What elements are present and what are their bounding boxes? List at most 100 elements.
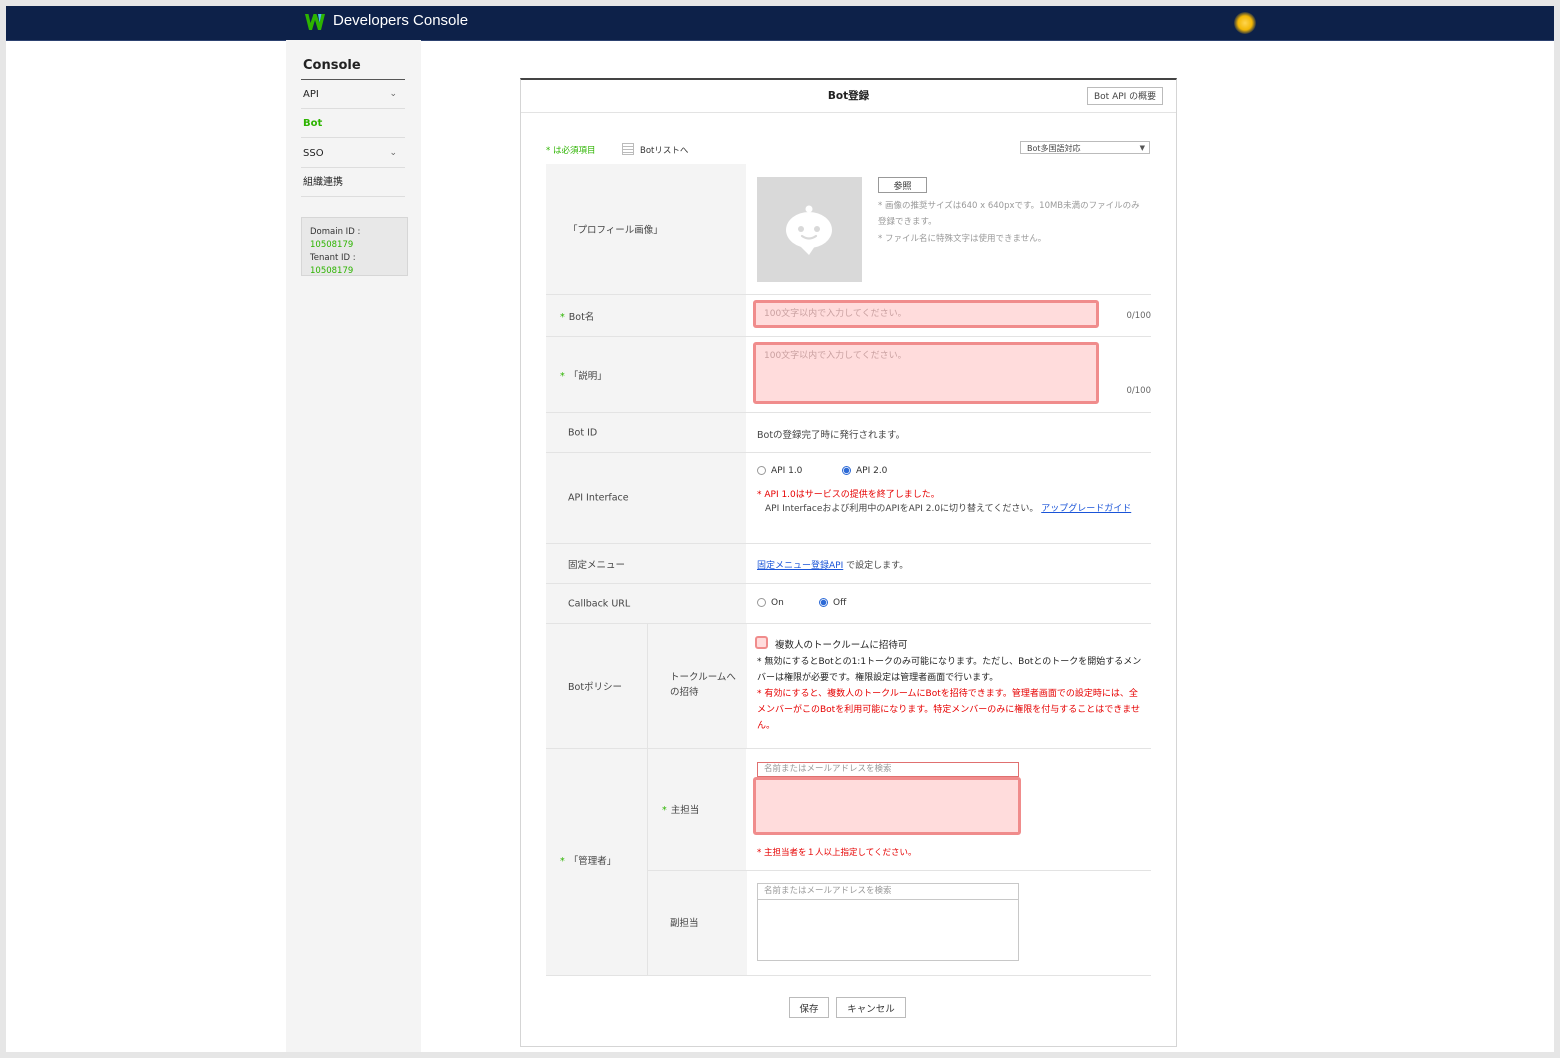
radio-unchecked-icon [757,598,766,607]
row-bot-name: * Bot名 100文字以内で入力してください。 0/100 [546,295,1151,337]
bot-id-cell: Botの登録完了時に発行されます。 [757,413,1151,452]
api-1-0-label: API 1.0 [771,466,803,476]
bot-id-label: Bot ID [568,427,598,438]
fixed-menu-cell: 固定メニュー登録API で設定します。 [757,544,1151,583]
row-fixed-menu: 固定メニュー 固定メニュー登録API で設定します。 [546,544,1151,584]
sidebar-item-bot[interactable]: Bot [301,109,405,138]
profile-image-cell: 参照 * 画像の推奨サイズは640 x 640pxです。10MB未満のファイルの… [757,164,1151,294]
primary-admin-error: * 主担当者を１人以上指定してください。 [757,848,917,858]
primary-admin-search-placeholder: 名前またはメールアドレスを検索 [764,764,892,774]
bot-policy-label: Botポリシー [568,682,623,693]
multi-room-invite-label: 複数人のトークルームに招待可 [775,640,908,651]
primary-admin-cell: 名前またはメールアドレスを検索 * 主担当者を１人以上指定してください。 [753,749,1151,870]
sidebar-item-org-link[interactable]: 組織連携 [301,168,405,197]
talkroom-invite-label: トークルームへの招待 [670,672,736,698]
callback-on-label: On [771,598,784,608]
primary-admin-list[interactable] [753,777,1021,835]
description-textarea[interactable]: 100文字以内で入力してください。 [753,342,1099,404]
row-admin-secondary: 名前またはメールアドレスを検索 [546,871,1151,976]
sidebar-item-label: 組織連携 [303,177,343,188]
api-note-text: API Interfaceおよび利用中のAPIをAPI 2.0に切り替えてくださ… [765,504,1039,514]
primary-admin-label-cell: * 主担当 [647,749,746,871]
domain-id-value: 10508179 [310,240,354,250]
bot-name-input[interactable]: 100文字以内で入力してください。 [753,300,1099,328]
language-select-value: Bot多国語対応 [1027,144,1081,153]
api-warning: * API 1.0はサービスの提供を終了しました。 [757,490,940,500]
sidebar-item-api[interactable]: API ⌄ [301,80,405,109]
row-api-interface: API Interface API 1.0 API 2.0 * API 1.0は… [546,453,1151,544]
multi-room-invite-checkbox[interactable] [755,636,768,649]
tenant-id-label: Tenant ID : [310,253,356,263]
callback-url-label-cell: Callback URL [546,584,746,623]
sidebar: Console API ⌄ Bot SSO ⌄ 組織連携 Domain ID :… [286,40,421,1052]
upgrade-guide-link[interactable]: アップグレードガイド [1041,504,1131,514]
secondary-admin-box[interactable]: 名前またはメールアドレスを検索 [757,883,1019,961]
bot-name-label-cell: * Bot名 [546,295,746,336]
profile-image-placeholder [757,177,862,282]
page-title: Bot登録 [827,90,870,102]
description-counter: 0/100 [1126,386,1152,396]
domain-id-label: Domain ID : [310,227,361,237]
api-1-0-radio[interactable]: API 1.0 [757,466,802,476]
bot-list-link-label: Botリストへ [640,146,689,156]
profile-image-hint-size: * 画像の推奨サイズは640 x 640pxです。10MB未満のファイルのみ登録… [878,201,1140,227]
secondary-admin-search-placeholder: 名前またはメールアドレスを検索 [764,886,892,896]
profile-image-label-cell: 「プロフィール画像」 [546,164,746,294]
row-bot-id: Bot ID Botの登録完了時に発行されます。 [546,413,1151,453]
bot-name-cell: 100文字以内で入力してください。 0/100 [753,295,1152,336]
sidebar-item-label: Bot [303,118,323,129]
policy-note-disabled: * 無効にするとBotとの1:1トークのみ可能になります。ただし、Botとのトー… [757,657,1142,683]
api-2-0-label: API 2.0 [856,466,888,476]
bot-id-value: Botの登録完了時に発行されます。 [757,430,906,441]
api-interface-label: API Interface [568,492,629,504]
admin-label: 「管理者」 [568,856,617,867]
row-callback-url: Callback URL On Off [546,584,1151,624]
user-avatar[interactable] [1234,12,1256,34]
sidebar-item-label: API [303,89,319,100]
primary-admin-label: 主担当 [670,805,700,816]
caret-down-icon: ▼ [1139,144,1145,152]
bot-name-placeholder: 100文字以内で入力してください。 [764,309,907,319]
sidebar-item-sso[interactable]: SSO ⌄ [301,139,405,168]
top-bar: Developers Console [6,6,1554,41]
fixed-menu-label-cell: 固定メニュー [546,544,746,583]
bot-register-panel: Bot登録 Bot API の概要 * は必須項目 Botリストへ Bot多国語… [520,78,1177,1047]
api-interface-cell: API 1.0 API 2.0 * API 1.0はサービスの提供を終了しました… [757,453,1151,543]
api-interface-label-cell: API Interface [546,453,746,543]
chevron-down-icon: ⌄ [389,148,397,158]
radio-unchecked-icon [757,466,766,475]
fixed-menu-label: 固定メニュー [568,559,626,571]
save-button[interactable]: 保存 [789,997,829,1018]
callback-off-radio[interactable]: Off [819,598,846,608]
bot-name-counter: 0/100 [1126,311,1152,321]
language-select[interactable]: Bot多国語対応 ▼ [1020,141,1150,154]
cancel-button[interactable]: キャンセル [836,997,906,1018]
callback-off-label: Off [833,598,847,608]
works-logo-icon[interactable] [304,12,326,32]
fixed-menu-suffix: で設定します。 [843,561,909,571]
profile-image-hint-filename: * ファイル名に特殊文字は使用できません。 [878,234,1047,244]
secondary-admin-search-input[interactable]: 名前またはメールアドレスを検索 [758,884,1018,900]
fixed-menu-api-link[interactable]: 固定メニュー登録API [757,561,843,571]
bot-api-overview-button[interactable]: Bot API の概要 [1087,87,1164,105]
bot-list-link[interactable]: Botリストへ [622,143,688,156]
header-divider [521,112,1176,113]
callback-url-label: Callback URL [568,598,631,609]
sidebar-item-label: SSO [303,148,324,159]
callback-url-cell: On Off [757,584,1151,623]
browse-button[interactable]: 参照 [878,177,927,193]
bot-name-label: Bot名 [568,311,595,323]
talkroom-invite-label-cell: トークルームへの招待 [647,624,747,748]
bot-face-icon [786,205,832,255]
required-note: * は必須項目 [546,146,596,156]
callback-on-radio[interactable]: On [757,598,784,608]
brand-title[interactable]: Developers Console [333,12,468,29]
primary-admin-search-input[interactable]: 名前またはメールアドレスを検索 [757,762,1019,777]
description-cell: 100文字以内で入力してください。 0/100 [753,337,1152,412]
description-placeholder: 100文字以内で入力してください。 [764,351,907,361]
row-profile-image: 「プロフィール画像」 参照 * 画像の推奨サイズは640 x 640pxです。1… [546,164,1151,295]
policy-note-enabled: * 有効にすると、複数人のトークルームにBotを招待できます。管理者画面での設定… [757,689,1141,731]
description-label-cell: * 「説明」 [546,337,746,412]
api-2-0-radio[interactable]: API 2.0 [842,466,887,476]
bot-id-label-cell: Bot ID [546,413,746,452]
